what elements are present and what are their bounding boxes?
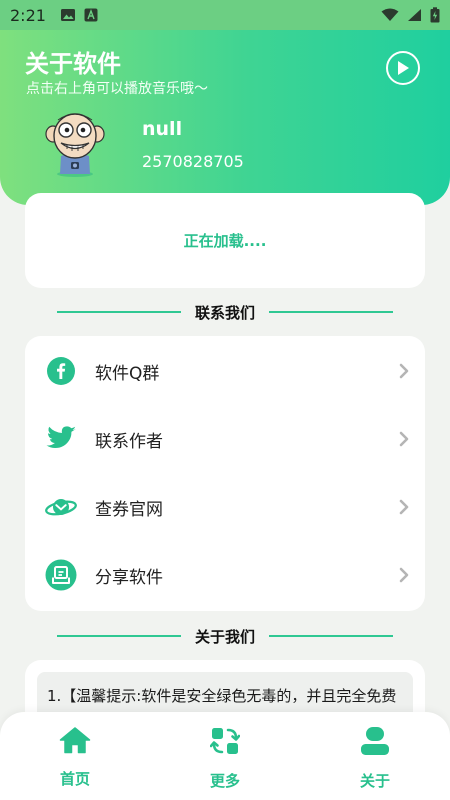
divider-line [56, 311, 181, 313]
app-notification-icon [84, 8, 98, 22]
contact-heading-label: 联系我们 [194, 303, 255, 322]
cellular-signal-icon [408, 9, 421, 21]
status-system-icons [381, 7, 440, 23]
home-icon [58, 726, 92, 754]
user-id: 2570828705 [142, 152, 244, 171]
planet-icon [45, 491, 77, 523]
facebook-icon [45, 355, 77, 387]
profile-header: 关于软件 点击右上角可以播放音乐哦～ null 2570828705 [0, 30, 450, 205]
wifi-icon [381, 8, 399, 21]
user-name: null [142, 118, 183, 140]
divider-line [269, 311, 393, 313]
nav-tab-more[interactable]: 更多 [185, 726, 265, 790]
nav-label: 更多 [209, 772, 240, 790]
page-title: 关于软件 [25, 50, 121, 78]
share-icon [45, 559, 77, 591]
user-icon [358, 726, 392, 756]
about-section-heading: 关于我们 [0, 624, 450, 648]
menu-item-label: 查券官网 [95, 499, 163, 520]
about-heading-label: 关于我们 [194, 627, 255, 646]
chevron-right-icon [399, 499, 409, 515]
twitter-icon [45, 423, 77, 455]
bottom-navigation: 首页 更多 关于 [0, 712, 450, 800]
page-subtitle: 点击右上角可以播放音乐哦～ [26, 81, 208, 97]
menu-item-label: 分享软件 [95, 567, 163, 588]
play-music-button[interactable] [386, 51, 420, 85]
nav-tab-home[interactable]: 首页 [35, 726, 115, 788]
loading-text: 正在加载.... [183, 232, 267, 250]
divider-line [269, 635, 393, 637]
menu-item-label: 软件Q群 [95, 363, 160, 384]
divider-line [56, 635, 181, 637]
nav-label: 关于 [359, 772, 390, 790]
menu-item-share-app[interactable]: 分享软件 [25, 541, 425, 609]
chevron-right-icon [399, 567, 409, 583]
status-bar: 2:21 [0, 0, 450, 30]
image-notification-icon [60, 9, 75, 21]
avatar [45, 113, 105, 177]
menu-item-coupon-site[interactable]: 查券官网 [25, 473, 425, 541]
play-icon [398, 61, 409, 75]
menu-item-contact-author[interactable]: 联系作者 [25, 405, 425, 473]
loading-card: 正在加载.... [25, 193, 425, 288]
refresh-grid-icon [208, 726, 242, 756]
chevron-right-icon [399, 363, 409, 379]
status-time: 2:21 [10, 5, 46, 25]
nav-label: 首页 [59, 770, 90, 788]
menu-item-qq-group[interactable]: 软件Q群 [25, 337, 425, 405]
status-notification-icons [60, 8, 98, 22]
nav-tab-about[interactable]: 关于 [335, 726, 415, 790]
contact-menu: 软件Q群 联系作者 查券官网 分享软件 [25, 336, 425, 611]
chevron-right-icon [399, 431, 409, 447]
battery-charging-icon [430, 7, 440, 23]
contact-section-heading: 联系我们 [0, 300, 450, 324]
menu-item-label: 联系作者 [95, 431, 163, 452]
